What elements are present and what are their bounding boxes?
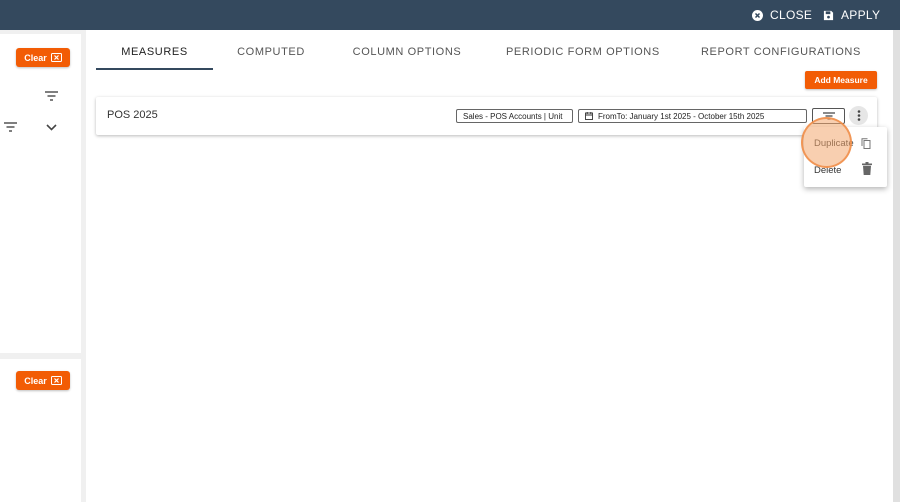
- clear-x-icon: [50, 53, 62, 62]
- scrollbar[interactable]: [893, 30, 900, 502]
- left-filter-panel-top: [0, 34, 81, 353]
- more-vert-icon: [857, 110, 860, 121]
- calendar-icon: [585, 112, 593, 120]
- delete-menu-item[interactable]: Delete: [804, 157, 887, 184]
- copy-icon: [861, 138, 871, 149]
- main-panel: MEASURES COMPUTED COLUMN OPTIONS PERIODI…: [86, 30, 893, 502]
- tab-periodic-form-options[interactable]: PERIODIC FORM OPTIONS: [506, 40, 659, 68]
- clear-button-bottom[interactable]: Clear: [16, 371, 70, 390]
- clear-label-top: Clear: [24, 52, 47, 63]
- top-bar: CLOSE APPLY: [0, 0, 900, 30]
- filter-icon[interactable]: [4, 122, 17, 132]
- filter-icon[interactable]: [45, 91, 58, 101]
- measure-row: POS 2025 Sales - POS Accounts | Unit Fro…: [96, 97, 877, 135]
- clear-button-top[interactable]: Clear: [16, 48, 70, 67]
- tab-computed[interactable]: COMPUTED: [226, 40, 316, 68]
- delete-label: Delete: [814, 165, 842, 176]
- source-chip[interactable]: Sales - POS Accounts | Unit: [456, 109, 573, 123]
- tab-measures[interactable]: MEASURES: [96, 40, 213, 70]
- tab-report-configurations[interactable]: REPORT CONFIGURATIONS: [701, 40, 860, 68]
- measure-context-menu: Duplicate Delete: [804, 127, 887, 187]
- source-chip-label: Sales - POS Accounts | Unit: [463, 111, 563, 121]
- save-icon: [823, 10, 834, 20]
- filter-icon: [822, 112, 835, 120]
- clear-label-bottom: Clear: [24, 375, 47, 386]
- clear-x-icon: [50, 376, 62, 385]
- close-button[interactable]: CLOSE: [752, 0, 812, 30]
- duplicate-menu-item[interactable]: Duplicate: [804, 130, 887, 157]
- apply-label: APPLY: [841, 8, 881, 22]
- trash-icon: [862, 162, 872, 175]
- add-measure-button[interactable]: Add Measure: [805, 71, 877, 89]
- date-range-label: FromTo: January 1st 2025 - October 15th …: [598, 111, 765, 121]
- tab-column-options[interactable]: COLUMN OPTIONS: [351, 40, 463, 68]
- close-circle-icon: [752, 9, 763, 21]
- chevron-down-icon[interactable]: [46, 124, 57, 131]
- more-options-button[interactable]: [849, 106, 868, 125]
- measure-filter-button[interactable]: [812, 108, 845, 124]
- close-label: CLOSE: [770, 8, 813, 22]
- duplicate-label: Duplicate: [814, 138, 854, 149]
- measure-name: POS 2025: [107, 109, 158, 121]
- apply-button[interactable]: APPLY: [823, 0, 880, 30]
- date-range-chip[interactable]: FromTo: January 1st 2025 - October 15th …: [578, 109, 807, 123]
